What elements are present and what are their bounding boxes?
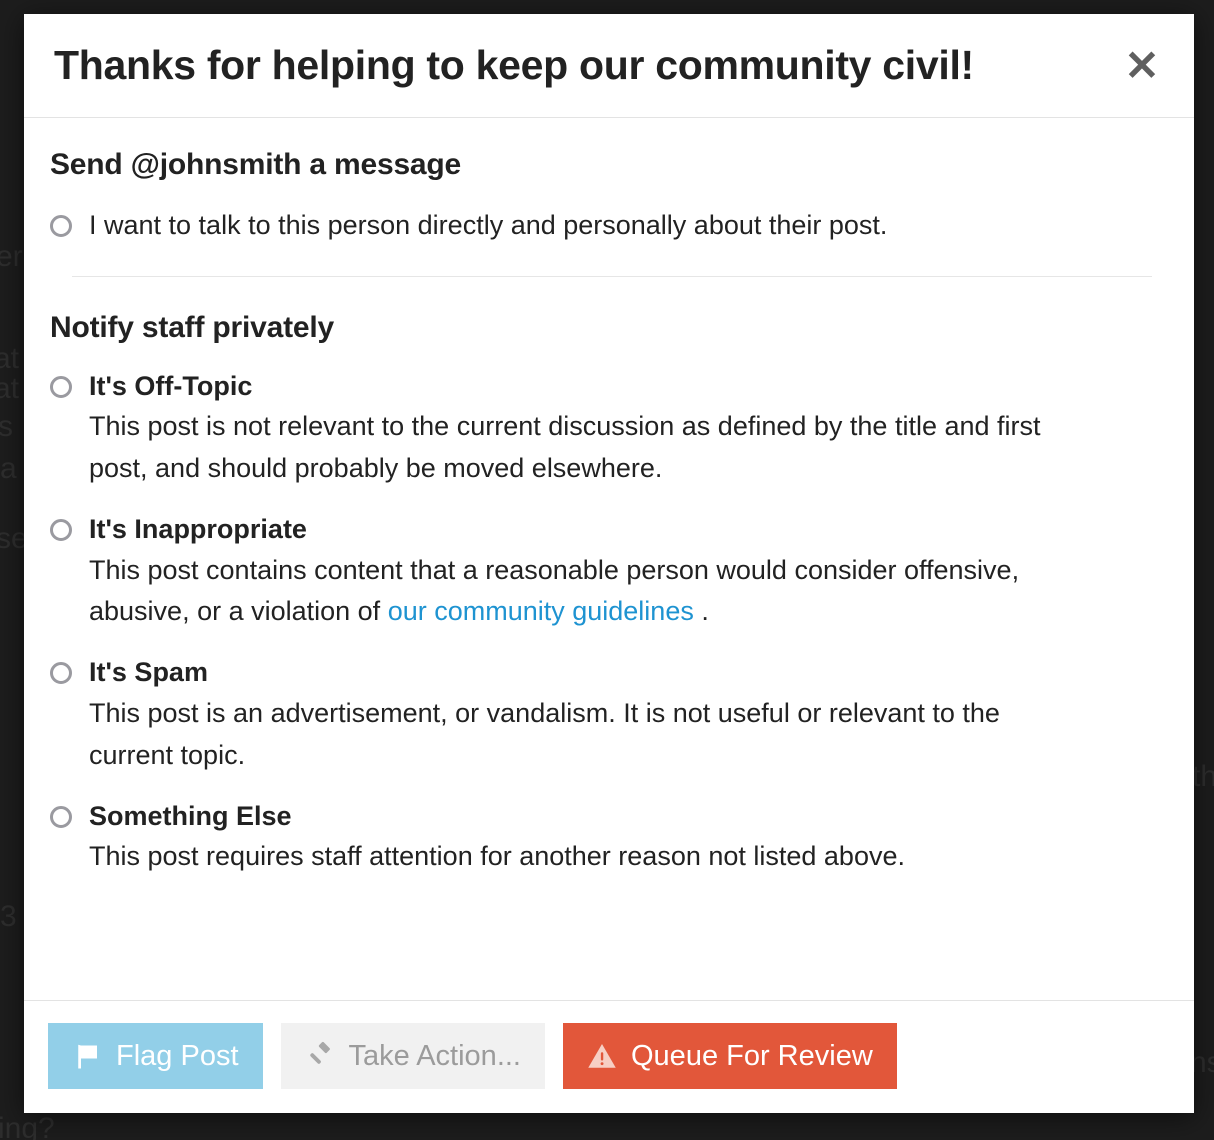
option-desc-inappropriate: This post contains content that a reason… <box>89 550 1079 634</box>
option-row-something-else[interactable]: Something Else This post requires staff … <box>50 799 1166 878</box>
flag-post-button-label: Flag Post <box>116 1039 239 1072</box>
option-label-off-topic: It's Off-Topic <box>89 370 253 401</box>
backdrop-text-fragment: at <box>0 372 20 405</box>
radio-icon-off-topic[interactable] <box>50 375 72 398</box>
backdrop-text-fragment: a <box>0 452 17 485</box>
section-divider <box>72 275 1152 277</box>
queue-for-review-button-label: Queue For Review <box>631 1039 873 1072</box>
close-icon[interactable]: ✕ <box>1116 40 1168 92</box>
queue-for-review-button[interactable]: Queue For Review <box>563 1023 897 1089</box>
gavel-icon <box>305 1041 335 1071</box>
option-row-off-topic[interactable]: It's Off-Topic This post is not relevant… <box>50 369 1166 490</box>
community-guidelines-link[interactable]: our community guidelines <box>388 596 694 626</box>
backdrop-text-fragment: ing? <box>0 1112 55 1140</box>
option-row-message[interactable]: I want to talk to this person directly a… <box>50 208 1166 244</box>
option-label-inappropriate: It's Inappropriate <box>89 513 307 544</box>
radio-icon-spam[interactable] <box>50 662 72 685</box>
option-label-message: I want to talk to this person directly a… <box>89 210 888 240</box>
radio-icon-message[interactable] <box>50 215 72 237</box>
flag-post-button[interactable]: Flag Post <box>48 1023 263 1089</box>
option-label-spam: It's Spam <box>89 657 208 688</box>
backdrop-text-fragment: th <box>1192 760 1214 793</box>
option-desc-off-topic: This post is not relevant to the current… <box>89 411 1041 484</box>
backdrop-text-fragment: s <box>0 410 13 443</box>
notify-staff-heading: Notify staff privately <box>50 310 334 344</box>
flag-icon <box>72 1041 102 1071</box>
option-desc-something-else: This post requires staff attention for a… <box>89 841 905 872</box>
flag-post-modal: Thanks for helping to keep our community… <box>24 14 1194 1113</box>
send-message-heading: Send @johnsmith a message <box>50 148 462 181</box>
modal-body: Send @johnsmith a message I want to talk… <box>24 118 1194 1000</box>
option-desc-spam: This post is an advertisement, or vandal… <box>89 697 1000 770</box>
take-action-button-label: Take Action... <box>348 1039 522 1072</box>
warning-triangle-icon <box>587 1041 617 1071</box>
notify-staff-section: Notify staff privately It's Off-Topic Th… <box>50 311 1166 878</box>
backdrop-text-fragment: 3 <box>0 900 17 933</box>
radio-icon-inappropriate[interactable] <box>50 518 72 541</box>
option-row-spam[interactable]: It's Spam This post is an advertisement,… <box>50 655 1166 776</box>
option-row-inappropriate[interactable]: It's Inappropriate This post contains co… <box>50 512 1166 633</box>
backdrop-text-fragment: at <box>0 342 20 375</box>
modal-header: Thanks for helping to keep our community… <box>24 14 1194 118</box>
page-title: Thanks for helping to keep our community… <box>54 41 974 88</box>
take-action-button[interactable]: Take Action... <box>280 1023 545 1089</box>
option-desc-inappropriate-post: . <box>693 596 709 627</box>
send-message-section: Send @johnsmith a message I want to talk… <box>50 148 1166 244</box>
modal-footer: Flag Post Take Action... Queue For Revie… <box>24 1000 1194 1113</box>
radio-icon-something-else[interactable] <box>50 805 72 828</box>
option-label-something-else: Something Else <box>89 800 292 831</box>
